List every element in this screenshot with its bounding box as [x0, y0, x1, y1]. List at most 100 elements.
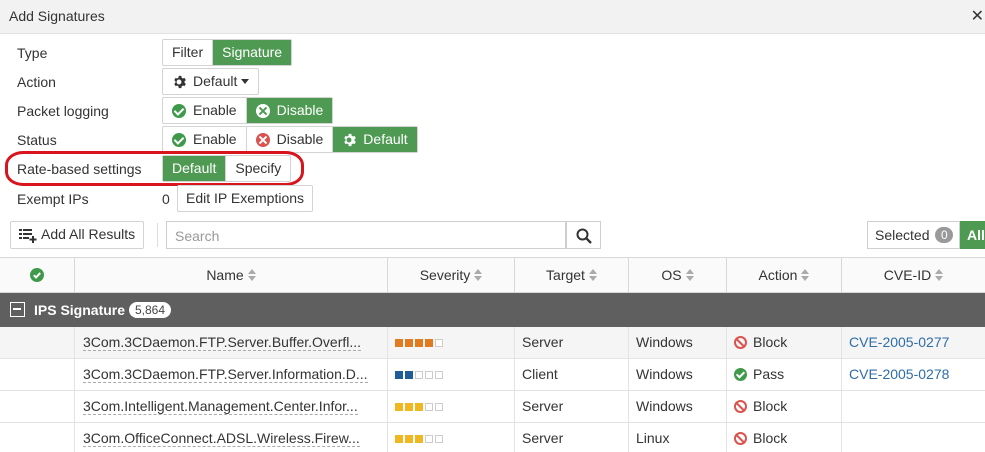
cell-action: Block — [727, 423, 842, 452]
group-title: IPS Signature — [34, 302, 126, 318]
sort-icon — [474, 269, 483, 281]
cell-sel — [0, 391, 75, 422]
cell-sel — [0, 423, 75, 452]
action-label: Action — [17, 74, 56, 90]
severity-block — [405, 339, 413, 347]
exempt-ips-label: Exempt IPs — [17, 191, 89, 207]
severity-indicator — [395, 435, 443, 443]
chevron-down-icon — [241, 79, 250, 84]
cell-name: 3Com.3CDaemon.FTP.Server.Buffer.Overfl..… — [75, 327, 388, 358]
table-header: Name Severity Target OS Action CVE-ID — [0, 257, 985, 293]
column-header-severity[interactable]: Severity — [388, 258, 515, 293]
cell-name: 3Com.OfficeConnect.ADSL.Wireless.Firew..… — [75, 423, 388, 452]
group-count-badge: 5,864 — [129, 302, 172, 318]
cell-os: Linux — [629, 423, 727, 452]
cell-sel — [0, 327, 75, 358]
rate-based-row: Rate-based settings Default Specify — [0, 155, 985, 183]
add-all-results-button[interactable]: Add All Results — [10, 221, 145, 249]
action-label: Block — [753, 430, 788, 446]
severity-block — [435, 339, 443, 347]
selected-filter-button[interactable]: Selected 0 — [867, 221, 960, 249]
severity-block — [395, 339, 403, 347]
x-circle-icon — [255, 103, 270, 118]
severity-indicator — [395, 403, 443, 411]
action-dropdown[interactable]: Default — [162, 68, 260, 95]
search-input[interactable]: Search — [166, 221, 566, 249]
severity-block — [395, 371, 403, 379]
rate-based-default-option[interactable]: Default — [163, 156, 227, 181]
severity-block — [425, 371, 433, 379]
select-all-header[interactable] — [0, 258, 75, 293]
type-label: Type — [17, 45, 48, 61]
selected-count-badge: 0 — [935, 227, 954, 243]
cell-action: Pass — [727, 359, 842, 390]
cell-target: Server — [515, 391, 629, 422]
column-label: CVE-ID — [883, 267, 932, 283]
type-row: Type Filter Signature — [0, 39, 985, 67]
collapse-icon[interactable] — [10, 302, 25, 317]
rate-based-specify-option[interactable]: Specify — [226, 156, 290, 181]
severity-indicator — [395, 339, 443, 347]
edit-ip-exemptions-button[interactable]: Edit IP Exemptions — [177, 185, 314, 212]
cell-severity — [388, 423, 515, 452]
table-row[interactable]: 3Com.3CDaemon.FTP.Server.Information.D..… — [0, 359, 985, 391]
results-toolbar: Add All Results Search Selected 0 All — [0, 220, 985, 250]
check-circle-icon — [30, 268, 44, 282]
severity-block — [415, 339, 423, 347]
status-enable-option[interactable]: Enable — [163, 127, 247, 152]
cve-link[interactable]: CVE-2005-0278 — [849, 366, 949, 382]
option-label: Enable — [193, 131, 237, 147]
all-filter-button[interactable]: All — [960, 221, 985, 249]
type-signature-option[interactable]: Signature — [213, 40, 292, 65]
gear-icon — [344, 133, 357, 146]
column-header-cve-id[interactable]: CVE-ID — [842, 258, 985, 293]
action-label: Pass — [753, 366, 785, 382]
cell-os: Windows — [629, 327, 727, 358]
cell-cve: CVE-2005-0277 — [842, 327, 985, 358]
sort-icon — [588, 269, 597, 281]
exempt-ips-row: Exempt IPs 0 Edit IP Exemptions — [0, 185, 985, 213]
table-row[interactable]: 3Com.Intelligent.Management.Center.Infor… — [0, 391, 985, 423]
cell-sel — [0, 359, 75, 390]
cell-severity — [388, 327, 515, 358]
packet-logging-disable-option[interactable]: Disable — [246, 98, 333, 123]
gear-icon — [174, 75, 186, 88]
packet-logging-enable-option[interactable]: Enable — [163, 98, 247, 123]
type-filter-option[interactable]: Filter — [163, 40, 214, 65]
severity-block — [435, 435, 443, 443]
table-row[interactable]: 3Com.OfficeConnect.ADSL.Wireless.Firew..… — [0, 423, 985, 452]
close-icon[interactable]: ✕ — [971, 6, 984, 26]
exempt-ips-count: 0 — [162, 191, 170, 207]
severity-block — [435, 403, 443, 411]
signature-name: 3Com.3CDaemon.FTP.Server.Buffer.Overfl..… — [83, 334, 362, 351]
cell-name: 3Com.Intelligent.Management.Center.Infor… — [75, 391, 388, 422]
toolbar-divider — [157, 223, 158, 247]
check-circle-icon — [172, 103, 186, 118]
table-row[interactable]: 3Com.3CDaemon.FTP.Server.Buffer.Overfl..… — [0, 327, 985, 359]
status-default-option[interactable]: Default — [333, 127, 417, 152]
action-value: Default — [193, 73, 238, 89]
status-disable-option[interactable]: Disable — [247, 127, 334, 152]
search-button[interactable] — [566, 221, 601, 249]
severity-block — [405, 403, 413, 411]
severity-block — [405, 371, 413, 379]
cve-link[interactable]: CVE-2005-0277 — [849, 334, 949, 350]
option-label: Default — [363, 131, 408, 147]
list-add-icon — [19, 229, 37, 243]
column-label: OS — [661, 267, 682, 283]
type-toggle: Filter Signature — [162, 39, 293, 66]
search-icon — [576, 228, 592, 244]
signature-name: 3Com.OfficeConnect.ADSL.Wireless.Firew..… — [83, 430, 360, 447]
group-row-ips-signature[interactable]: IPS Signature 5,864 — [0, 293, 985, 327]
packet-logging-toggle: Enable Disable — [162, 97, 334, 124]
block-icon — [734, 432, 747, 445]
column-header-action[interactable]: Action — [727, 258, 842, 293]
action-dropdown-button[interactable]: Default — [163, 69, 258, 94]
cell-cve — [842, 391, 985, 422]
column-header-os[interactable]: OS — [629, 258, 727, 293]
severity-block — [435, 371, 443, 379]
column-header-name[interactable]: Name — [75, 258, 388, 293]
cell-action: Block — [727, 327, 842, 358]
column-header-target[interactable]: Target — [515, 258, 629, 293]
cell-target: Server — [515, 423, 629, 452]
